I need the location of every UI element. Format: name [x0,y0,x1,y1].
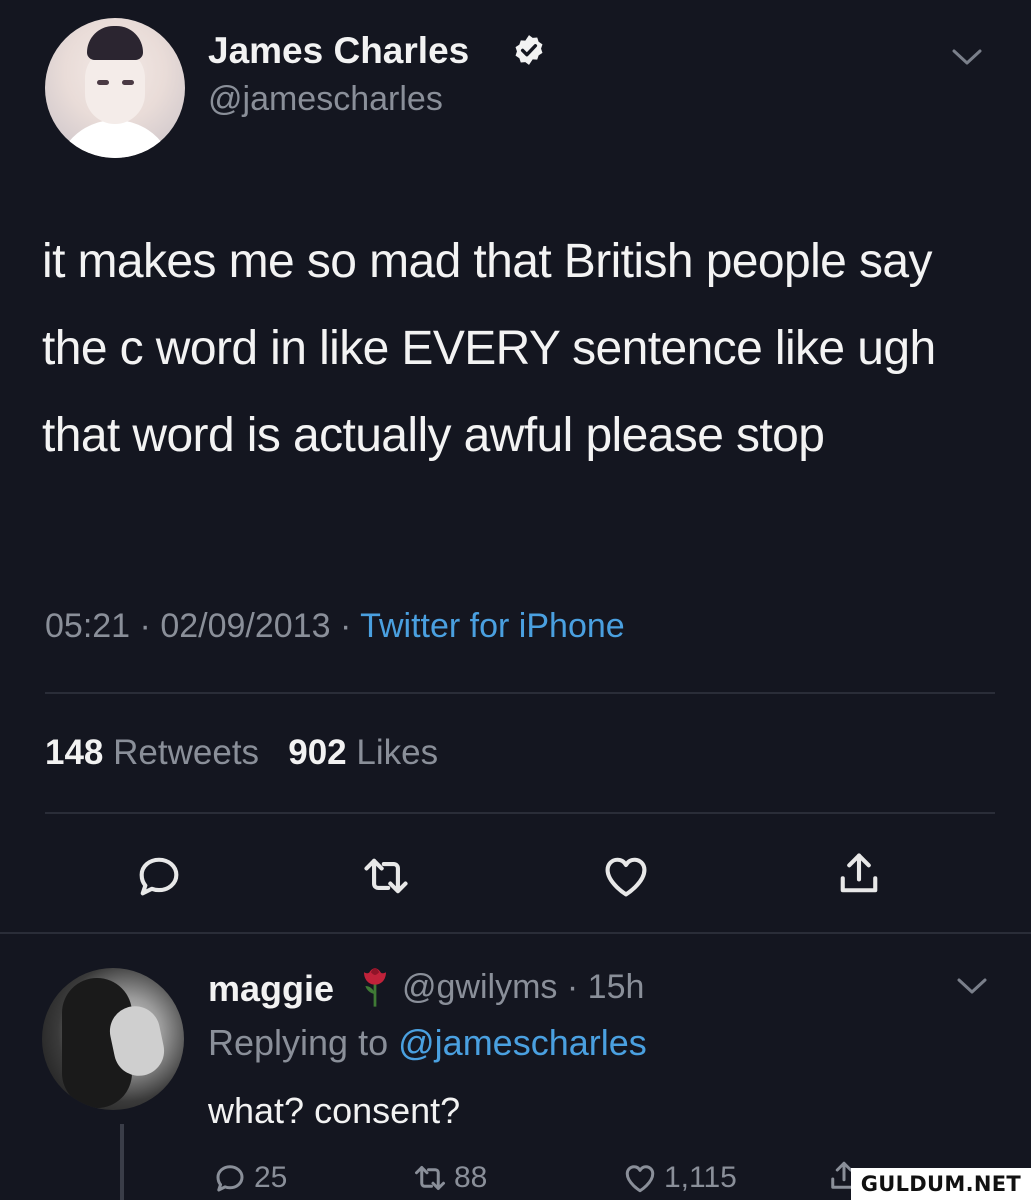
reply-retweet-action[interactable]: 88 [412,1158,487,1198]
reply-like-action[interactable]: 1,115 [622,1158,737,1198]
retweets-stat[interactable]: 148 Retweets [45,733,259,772]
thread-line [120,1124,124,1200]
likes-label: Likes [356,733,439,772]
retweets-count: 148 [45,733,104,772]
author-name[interactable]: James Charles [208,30,469,72]
retweet-arrows-icon[interactable] [360,850,412,902]
reply-author-avatar[interactable] [42,968,184,1110]
reply-bubble-icon[interactable] [133,850,185,902]
reply-replies-count: 25 [254,1161,288,1194]
retweets-label: Retweets [113,733,260,772]
tweet-meta: 05:21 · 02/09/2013 · Twitter for iPhone [45,607,625,645]
chevron-down-icon[interactable] [955,975,989,997]
replying-to-mention[interactable]: @jamescharles [398,1022,647,1063]
likes-count: 902 [288,733,347,772]
divider [0,932,1031,934]
tweet-source-link[interactable]: Twitter for iPhone [360,607,625,645]
likes-stat[interactable]: 902 Likes [288,733,438,772]
tweet-date: 02/09/2013 [160,607,331,645]
divider [45,692,995,694]
retweet-arrows-icon [415,1166,445,1190]
heart-icon [625,1165,655,1193]
share-upload-icon[interactable] [833,848,885,900]
replying-to-label: Replying to [208,1022,389,1063]
chevron-down-icon[interactable] [950,46,984,68]
watermark: GULDUM.NET [850,1168,1031,1200]
reply-retweets-count: 88 [454,1161,488,1194]
heart-icon[interactable] [600,850,652,902]
reply-text: what? consent? [208,1090,461,1131]
tweet-text: it makes me so mad that British people s… [42,235,936,462]
reply-age: 15h [587,968,645,1006]
replying-to: Replying to @jamescharles [208,1022,647,1064]
reply-handle-and-time: @gwilyms · 15h [402,968,645,1006]
tweet-time: 05:21 [45,607,131,645]
reply-replies-action[interactable]: 25 [212,1158,287,1198]
verified-badge-icon [515,35,543,65]
reply-bubble-icon [216,1165,244,1192]
author-handle[interactable]: @jamescharles [208,80,443,119]
reply-likes-count: 1,115 [664,1161,737,1194]
rose-emoji [364,968,386,1007]
reply-author-name[interactable]: maggie [208,968,334,1010]
author-avatar[interactable] [45,18,185,158]
tweet-stats: 148 Retweets 902 Likes [45,733,438,773]
reply-author-handle[interactable]: @gwilyms [402,968,557,1006]
divider [45,812,995,814]
